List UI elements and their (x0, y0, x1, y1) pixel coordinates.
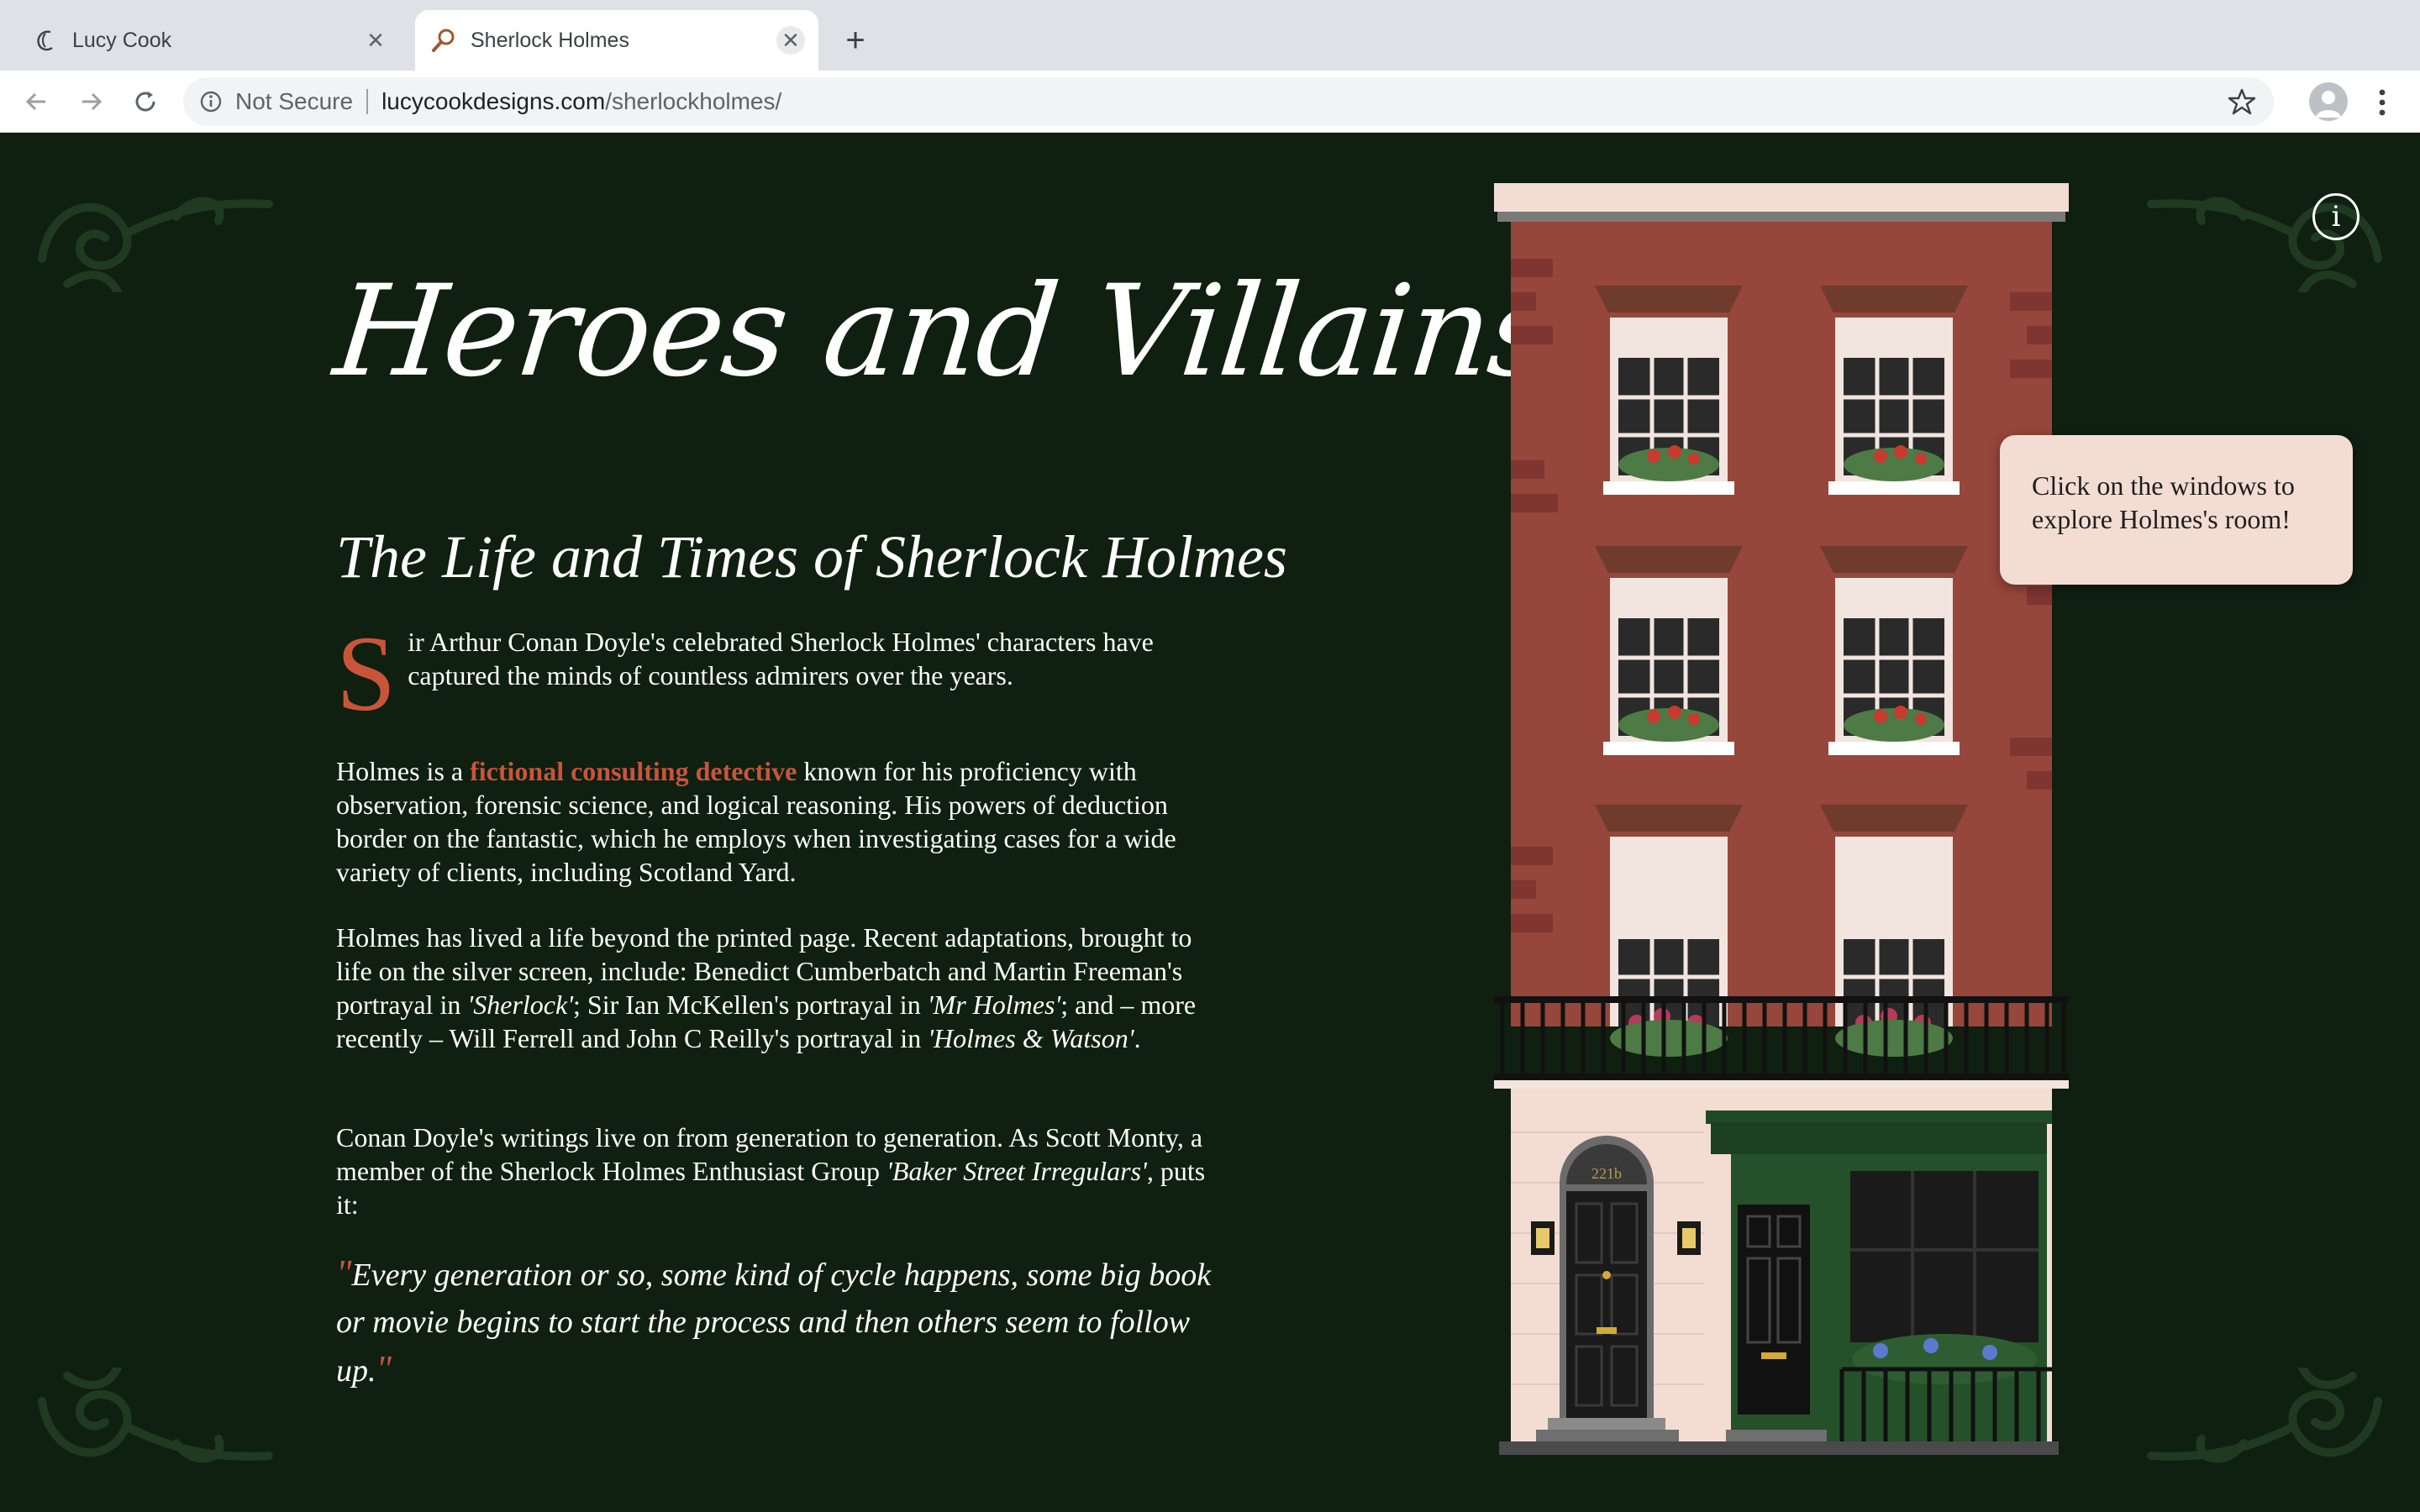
bookmark-star-icon[interactable] (2227, 87, 2257, 117)
pull-quote: "Every generation or so, some kind of cy… (336, 1250, 1218, 1394)
pavement (1499, 1441, 2059, 1455)
paragraph-adaptations: Holmes has lived a life beyond the print… (336, 921, 1218, 1055)
cornice (1494, 183, 2069, 212)
shop-front (1706, 1110, 2052, 1441)
profile-avatar-icon[interactable] (2309, 82, 2348, 121)
address-bar[interactable]: Not Secure lucycookdesigns.com/sherlockh… (183, 77, 2274, 126)
tab-strip: Lucy Cook ✕ Sherlock Holmes ✕ + (0, 0, 2420, 71)
windows-tooltip: Click on the windows to explore Holmes's… (2000, 435, 2353, 585)
ornament-bottom-left-icon (38, 1368, 273, 1463)
shop-window[interactable] (1850, 1171, 2039, 1342)
shop-sign (1711, 1122, 2047, 1154)
title-mr-holmes: 'Mr Holmes' (927, 990, 1061, 1020)
new-tab-button[interactable]: + (839, 24, 872, 59)
lucy-cook-favicon-icon (30, 25, 60, 55)
menu-kebab-icon[interactable] (2370, 86, 2395, 119)
lintel (1595, 286, 1743, 312)
para-text: Holmes is a (336, 756, 471, 786)
info-button-icon[interactable]: i (2312, 193, 2360, 240)
browser-toolbar: Not Secure lucycookdesigns.com/sherlockh… (0, 71, 2420, 133)
window-sill (1603, 481, 1734, 495)
shop-step (1726, 1430, 1827, 1441)
wall-lantern-icon (1677, 1221, 1701, 1255)
back-icon[interactable] (18, 84, 54, 119)
title-holmes-watson: 'Holmes & Watson' (928, 1023, 1134, 1053)
door-number: 221b (1591, 1165, 1622, 1182)
page-title: Heroes and Villains (328, 259, 1560, 405)
cornice-shadow (1497, 212, 2065, 222)
open-quote-mark: " (336, 1252, 352, 1294)
ornament-top-left-icon (38, 197, 273, 292)
drop-cap: S (336, 614, 397, 733)
tab-lucy-cook[interactable]: Lucy Cook ✕ (17, 10, 403, 71)
wall-lantern-icon (1531, 1221, 1555, 1255)
tab-title: Lucy Cook (72, 28, 172, 52)
door-step (1536, 1430, 1679, 1441)
lintel (1820, 286, 1968, 312)
front-door-221b[interactable]: 221b (1560, 1136, 1654, 1418)
magnifier-favicon-icon (429, 25, 459, 55)
window-sill (1828, 481, 1960, 495)
intro-paragraph: Sir Arthur Conan Doyle's celebrated Sher… (336, 614, 1218, 733)
forward-icon[interactable] (74, 84, 109, 119)
url-path: /sherlockholmes/ (605, 88, 782, 114)
close-tab-icon[interactable]: ✕ (361, 26, 390, 55)
close-quote-mark: " (376, 1348, 392, 1389)
brick-facade (1511, 222, 2052, 1026)
title-sherlock: 'Sherlock' (467, 990, 574, 1020)
group-name: 'Baker Street Irregulars' (886, 1156, 1147, 1186)
para-text: . (1134, 1023, 1141, 1053)
url-host: lucycookdesigns.com (381, 88, 606, 114)
baker-street-building: 221b (1494, 183, 2069, 1455)
reload-icon[interactable] (128, 84, 163, 119)
page-content: Heroes and Villains The Life and Times o… (0, 133, 2420, 1512)
paragraph-detective: Holmes is a fictional consulting detecti… (336, 754, 1218, 889)
separator (366, 89, 369, 114)
door-step (1548, 1418, 1665, 1430)
para-text: ; Sir Ian McKellen's portrayal in (573, 990, 928, 1020)
intro-text: ir Arthur Conan Doyle's celebrated Sherl… (408, 627, 1154, 690)
info-icon[interactable] (197, 87, 225, 116)
quote-text: Every generation or so, some kind of cyc… (336, 1257, 1212, 1389)
tab-sherlock-holmes[interactable]: Sherlock Holmes ✕ (415, 10, 818, 71)
page-subtitle: The Life and Times of Sherlock Holmes (336, 523, 1287, 591)
ornament-bottom-right-icon (2147, 1368, 2382, 1463)
paragraph-legacy: Conan Doyle's writings live on from gene… (336, 1121, 1218, 1221)
fictional-detective-link[interactable]: fictional consulting detective (470, 756, 797, 786)
tab-title: Sherlock Holmes (471, 28, 629, 52)
security-label: Not Secure (235, 88, 354, 114)
close-tab-icon[interactable]: ✕ (776, 26, 805, 55)
